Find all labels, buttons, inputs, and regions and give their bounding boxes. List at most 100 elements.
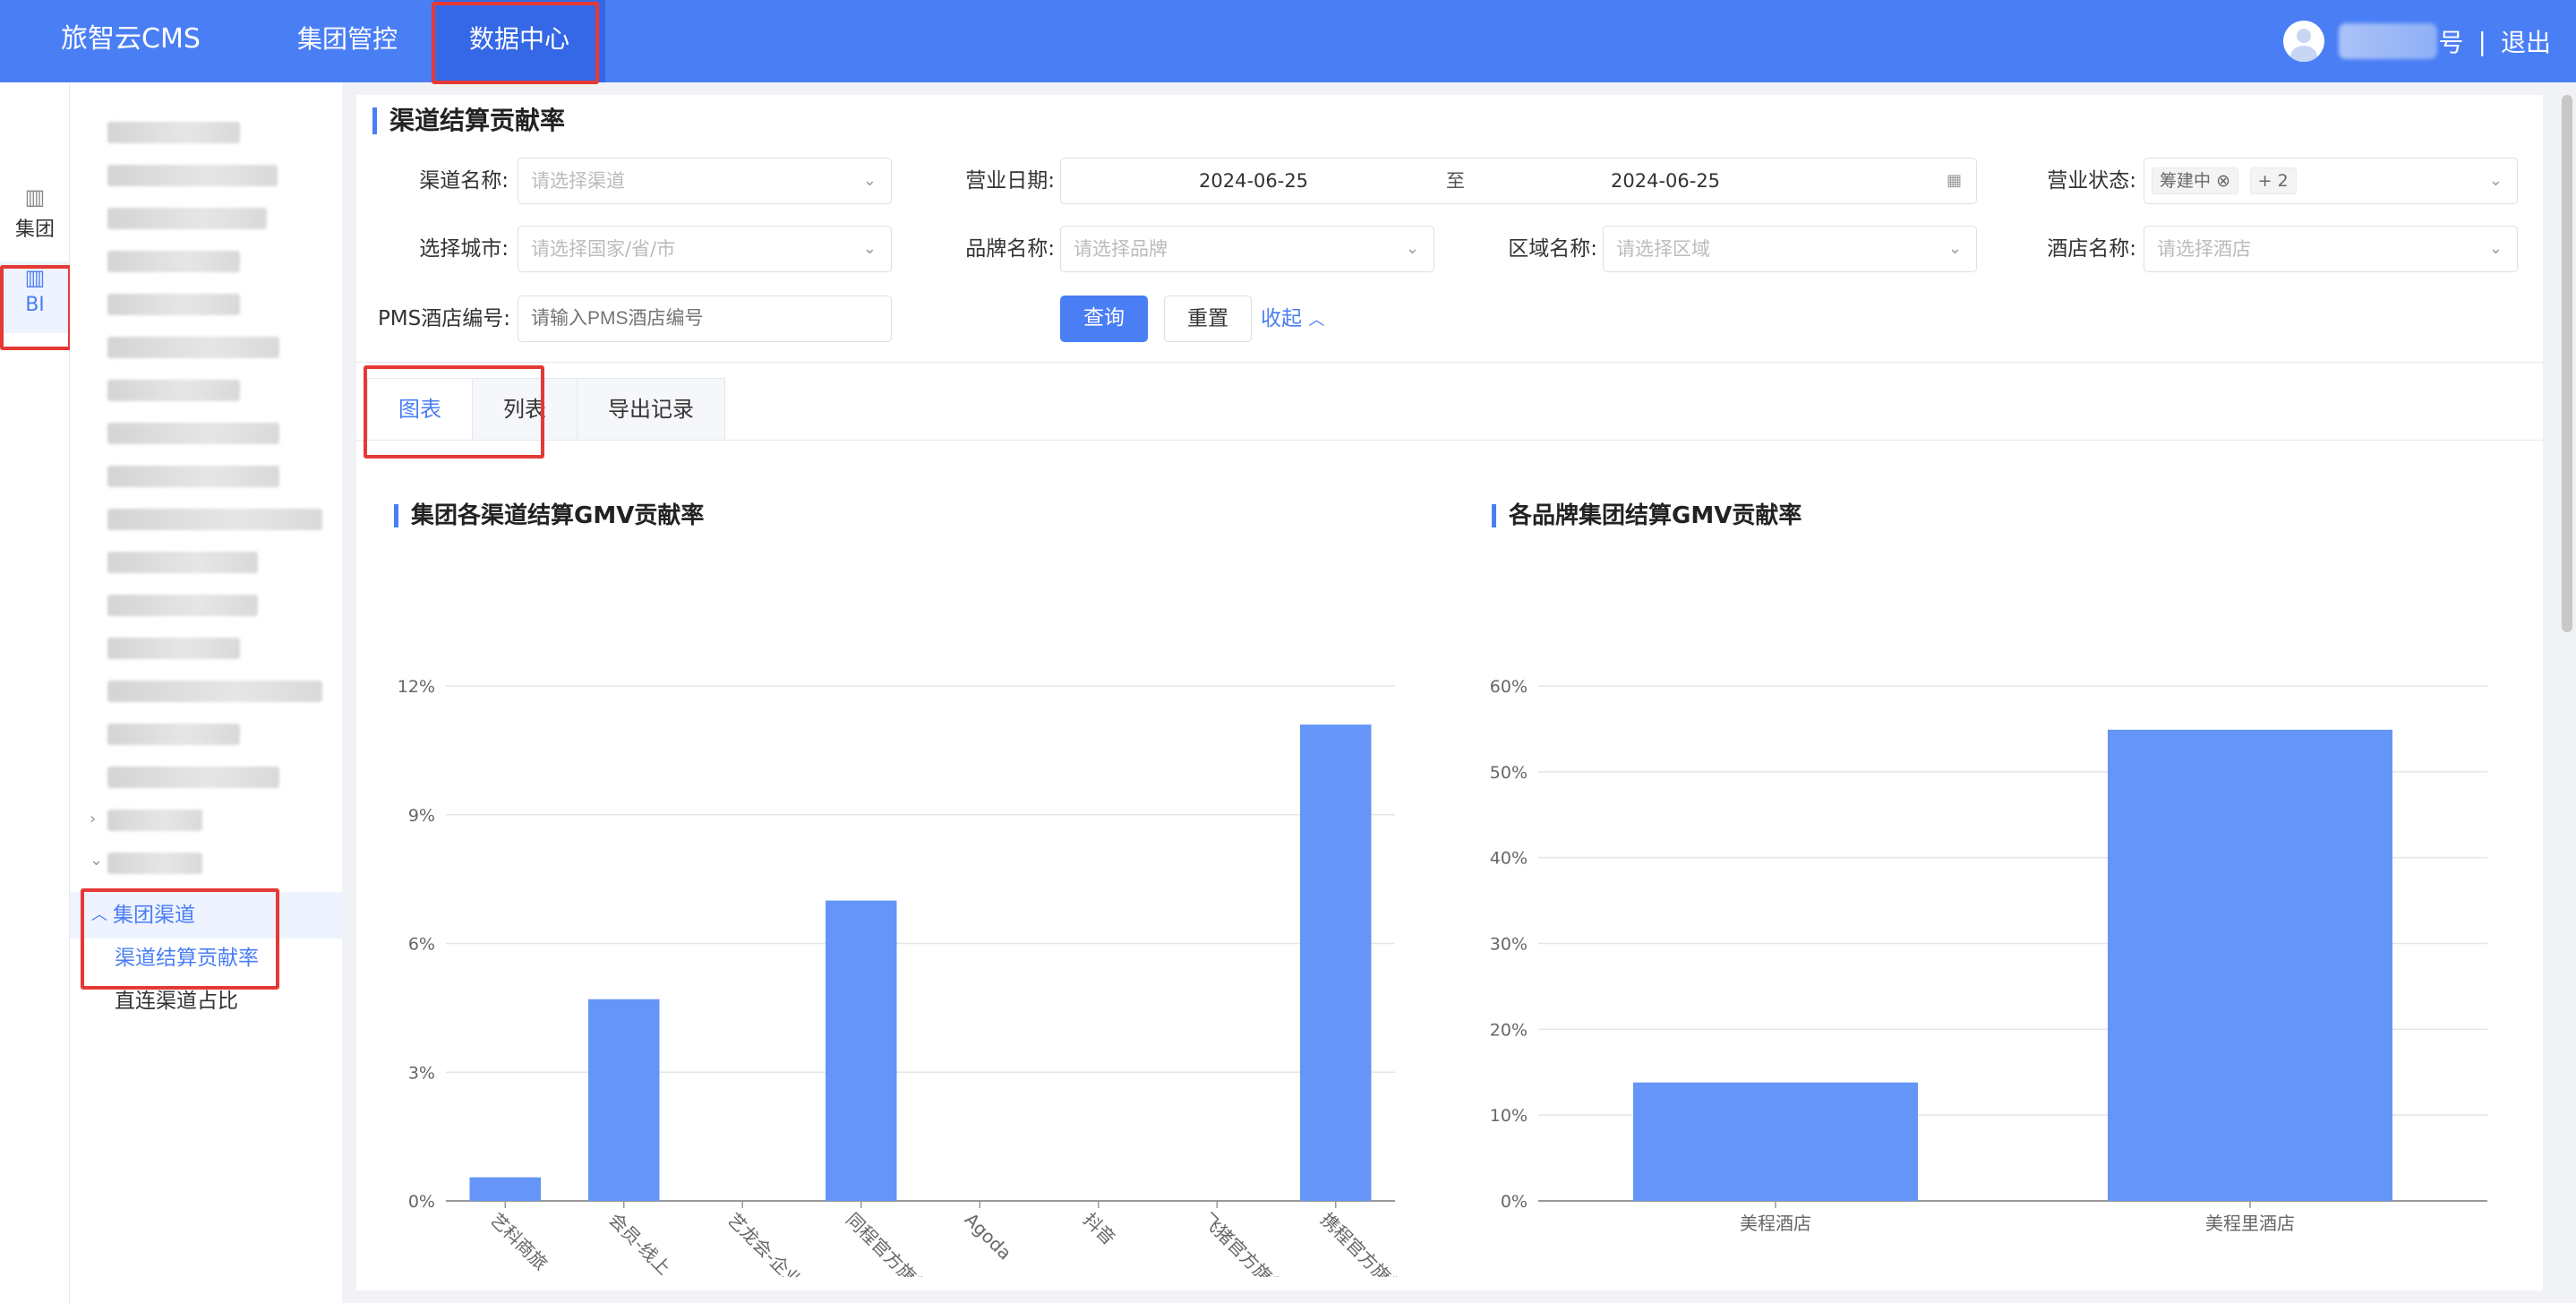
bar[interactable] xyxy=(1633,1082,1918,1201)
x-tick-label: 抖音 xyxy=(1079,1209,1119,1249)
chart-channel-gmv: 0% 3% 6% 9% 12% 艺科商旅 会员-线上 艺龙会-企业会员 同程官方旗舰店 Agoda… xyxy=(398,677,1413,1277)
user-name-redacted xyxy=(2338,23,2437,59)
menu-item-redacted[interactable] xyxy=(107,466,279,487)
chevron-down-icon: ⌄ xyxy=(862,171,877,190)
pms-label: PMS酒店编号: xyxy=(377,307,510,330)
business-date-range[interactable]: 2024-06-25 至 2024-06-25 ▦ xyxy=(1060,158,1977,204)
menu-item-redacted[interactable] xyxy=(107,380,240,401)
brand-label: 品牌名称: xyxy=(965,237,1055,261)
x-tick-label: 艺科商旅 xyxy=(486,1209,552,1275)
menu-item-redacted[interactable] xyxy=(107,638,240,659)
top-bar: 旅智云CMS 集团管控 数据中心 号 | 退出 xyxy=(0,0,2576,82)
menu-item-redacted[interactable] xyxy=(107,337,279,358)
rail-item-bi-label: BI xyxy=(25,294,45,316)
query-button[interactable]: 查询 xyxy=(1060,296,1148,342)
y-tick-label: 12% xyxy=(398,677,435,697)
tabs-divider xyxy=(356,440,2543,441)
menu-group-redacted[interactable] xyxy=(107,853,202,874)
building-icon: ▥ xyxy=(24,184,46,210)
bar[interactable] xyxy=(469,1177,542,1201)
menu-item-redacted[interactable] xyxy=(107,595,258,616)
y-tick-label: 40% xyxy=(1490,849,1528,869)
business-status-select[interactable]: 筹建中 ⊗ + 2 ⌄ xyxy=(2144,158,2518,204)
avatar[interactable] xyxy=(2282,21,2324,62)
status-more-tag: + 2 xyxy=(2249,167,2297,194)
rail-item-group-label: 集团 xyxy=(14,219,55,241)
x-tick-label: Agoda xyxy=(961,1209,1016,1264)
tab-list[interactable]: 列表 xyxy=(472,378,578,441)
page-title: 渠道结算贡献率 xyxy=(372,107,565,134)
menu-item-redacted[interactable] xyxy=(107,165,278,186)
tab-export-records[interactable]: 导出记录 xyxy=(577,378,725,441)
x-tick-label: 会员-线上 xyxy=(604,1209,675,1277)
y-tick-label: 50% xyxy=(1490,763,1528,783)
collapse-link-label: 收起 xyxy=(1261,307,1302,330)
rail-item-group[interactable]: ▥ 集团 xyxy=(0,181,70,253)
menu-group-channels[interactable]: ︿ 集团渠道 xyxy=(70,892,342,939)
logout-link[interactable]: 退出 xyxy=(2501,23,2551,59)
bar-chart-icon: ▥ xyxy=(24,265,46,290)
side-menu: › ⌄ ︿ 集团渠道 渠道结算贡献率 直连渠道占比 xyxy=(70,82,342,1303)
brand-select-placeholder: 请选择品牌 xyxy=(1074,238,1168,260)
bar[interactable] xyxy=(1300,724,1372,1201)
menu-item-direct-channel-share[interactable]: 直连渠道占比 xyxy=(70,980,342,1023)
city-label: 选择城市: xyxy=(419,237,509,261)
date-separator: 至 xyxy=(1446,170,1465,192)
menu-item-redacted[interactable] xyxy=(107,552,258,573)
chevron-down-icon: ⌄ xyxy=(2488,239,2503,258)
menu-item-redacted[interactable] xyxy=(107,294,240,315)
reset-button[interactable]: 重置 xyxy=(1164,296,1252,342)
nav-group-control[interactable]: 集团管控 xyxy=(297,0,398,82)
rail-item-bi[interactable]: ▥ BI xyxy=(0,261,70,333)
menu-item-redacted[interactable] xyxy=(107,251,240,272)
bar[interactable] xyxy=(826,900,897,1201)
menu-item-channel-contribution[interactable]: 渠道结算贡献率 xyxy=(70,937,342,980)
collapse-link[interactable]: 收起 ︿ xyxy=(1261,296,1324,342)
nav-data-center[interactable]: 数据中心 xyxy=(433,0,606,82)
hotel-label: 酒店名称: xyxy=(2047,237,2136,261)
business-date-label: 营业日期: xyxy=(965,169,1055,193)
x-tick-label: 艺龙会-企业会员 xyxy=(723,1209,832,1277)
date-start[interactable]: 2024-06-25 xyxy=(1199,159,1308,203)
brand-select[interactable]: 请选择品牌 ⌄ xyxy=(1060,226,1434,272)
bar[interactable] xyxy=(588,999,660,1201)
menu-item-redacted[interactable] xyxy=(107,509,322,530)
menu-item-redacted[interactable] xyxy=(107,122,240,143)
brand-logo[interactable]: 旅智云CMS xyxy=(61,0,201,82)
hotel-select-placeholder: 请选择酒店 xyxy=(2157,238,2251,260)
chevron-down-icon: ⌄ xyxy=(1947,239,1962,258)
user-area: 号 | 退出 xyxy=(2282,0,2551,82)
channel-select-placeholder: 请选择渠道 xyxy=(531,170,625,192)
filters-divider xyxy=(356,362,2543,363)
y-tick-label: 20% xyxy=(1490,1020,1528,1040)
chevron-down-icon: ⌄ xyxy=(1405,239,1419,258)
x-tick-label: 美程酒店 xyxy=(1740,1213,1811,1234)
status-tag: 筹建中 ⊗ xyxy=(2152,167,2238,194)
date-end[interactable]: 2024-06-25 xyxy=(1611,159,1720,203)
city-select[interactable]: 请选择国家/省/市 ⌄ xyxy=(518,226,892,272)
chevron-right-icon: › xyxy=(90,810,97,828)
pms-input[interactable] xyxy=(518,296,892,342)
menu-group-redacted[interactable] xyxy=(107,810,202,831)
channel-label: 渠道名称: xyxy=(419,169,509,193)
chevron-up-icon: ︿ xyxy=(91,905,107,924)
menu-item-redacted[interactable] xyxy=(107,681,322,702)
menu-item-redacted[interactable] xyxy=(107,767,279,788)
close-icon[interactable]: ⊗ xyxy=(2216,171,2230,191)
bar[interactable] xyxy=(2108,729,2392,1201)
y-tick-label: 10% xyxy=(1490,1106,1528,1126)
left-rail: ▥ 集团 ▥ BI xyxy=(0,82,70,1303)
x-tick-label: 飞猪官方旗舰店 xyxy=(1198,1209,1302,1277)
menu-item-redacted[interactable] xyxy=(107,423,279,444)
page-scrollbar[interactable] xyxy=(2562,95,2572,632)
tab-chart[interactable]: 图表 xyxy=(367,378,473,441)
x-tick-label: 同程官方旗舰店 xyxy=(842,1209,946,1277)
calendar-icon: ▦ xyxy=(1946,171,1962,190)
region-select[interactable]: 请选择区域 ⌄ xyxy=(1603,226,1977,272)
hotel-select[interactable]: 请选择酒店 ⌄ xyxy=(2144,226,2518,272)
channel-select[interactable]: 请选择渠道 ⌄ xyxy=(518,158,892,204)
chart-2-title: 各品牌集团结算GMV贡献率 xyxy=(1492,504,1801,527)
menu-item-redacted[interactable] xyxy=(107,208,267,229)
menu-item-redacted[interactable] xyxy=(107,724,240,745)
y-tick-label: 9% xyxy=(408,806,435,826)
